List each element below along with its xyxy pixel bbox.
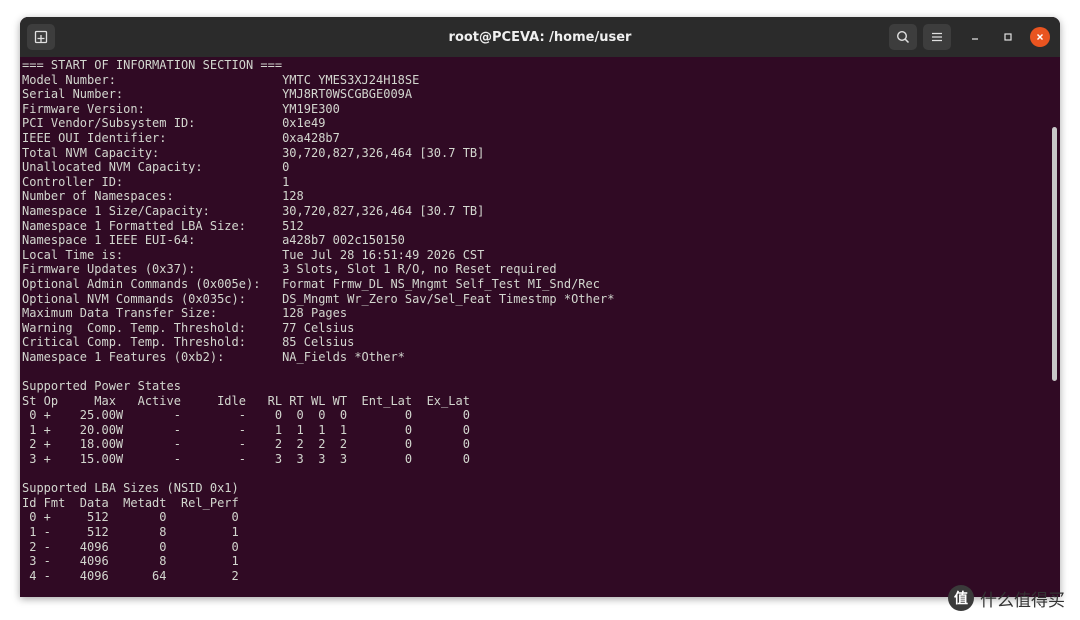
new-tab-icon bbox=[34, 30, 48, 44]
terminal-line: Maximum Data Transfer Size: 128 Pages bbox=[22, 306, 348, 321]
watermark: 值 什么值得买 bbox=[948, 585, 1065, 611]
terminal-line: Optional NVM Commands (0x035c): DS_Mngmt… bbox=[22, 291, 615, 306]
window-title: root@PCEVA: /home/user bbox=[448, 29, 632, 45]
minimize-button[interactable] bbox=[965, 27, 985, 47]
terminal-line: Optional Admin Commands (0x005e): Format… bbox=[22, 276, 600, 291]
terminal-line: St Op Max Active Idle RL RT WL WT Ent_La… bbox=[22, 393, 470, 408]
terminal-line: Firmware Version: YM19E300 bbox=[22, 101, 340, 116]
terminal-window: root@PCEVA: /home/user === START OF INFO… bbox=[20, 17, 1060, 597]
terminal-line: Namespace 1 IEEE EUI-64: a428b7 002c1501… bbox=[22, 233, 405, 248]
terminal-line: Number of Namespaces: 128 bbox=[22, 189, 304, 204]
maximize-icon bbox=[1004, 33, 1012, 41]
terminal-line: PCI Vendor/Subsystem ID: 0x1e49 bbox=[22, 116, 326, 131]
terminal-line: 3 + 15.00W - - 3 3 3 3 0 0 bbox=[22, 452, 470, 467]
new-tab-button[interactable] bbox=[27, 24, 55, 50]
terminal-line: 2 - 4096 0 0 bbox=[22, 539, 239, 554]
terminal-output[interactable]: === START OF INFORMATION SECTION === Mode… bbox=[20, 57, 1060, 597]
terminal-line: 1 - 512 8 1 bbox=[22, 525, 239, 539]
terminal-line: Id Fmt Data Metadt Rel_Perf bbox=[22, 495, 239, 510]
search-icon bbox=[896, 30, 910, 44]
terminal-line: Critical Comp. Temp. Threshold: 85 Celsi… bbox=[22, 335, 355, 350]
terminal-line: 1 + 20.00W - - 1 1 1 1 0 0 bbox=[22, 422, 470, 437]
close-icon bbox=[1037, 34, 1043, 40]
terminal-line: === START OF INFORMATION SECTION === bbox=[22, 58, 283, 72]
terminal-line: 4 - 4096 64 2 bbox=[22, 568, 239, 583]
terminal-line: Warning Comp. Temp. Threshold: 77 Celsiu… bbox=[22, 320, 355, 335]
terminal-line: Firmware Updates (0x37): 3 Slots, Slot 1… bbox=[22, 262, 557, 277]
search-button[interactable] bbox=[889, 24, 917, 50]
terminal-line: IEEE OUI Identifier: 0xa428b7 bbox=[22, 130, 340, 145]
title-bar[interactable]: root@PCEVA: /home/user bbox=[20, 17, 1060, 57]
hamburger-menu-icon bbox=[932, 32, 942, 42]
terminal-line: Controller ID: 1 bbox=[22, 174, 290, 189]
terminal-line: Namespace 1 Features (0xb2): NA_Fields *… bbox=[22, 349, 405, 364]
watermark-logo: 值 bbox=[948, 585, 974, 611]
menu-button[interactable] bbox=[923, 24, 951, 50]
scrollbar[interactable] bbox=[1052, 127, 1057, 381]
maximize-button[interactable] bbox=[998, 27, 1018, 47]
terminal-line: Total NVM Capacity: 30,720,827,326,464 [… bbox=[22, 145, 485, 160]
terminal-line: Local Time is: Tue Jul 28 16:51:49 2026 … bbox=[22, 247, 485, 262]
terminal-line: Serial Number: YMJ8RT0WSCGBGE009A bbox=[22, 87, 413, 102]
terminal-line: Supported LBA Sizes (NSID 0x1) bbox=[22, 481, 239, 496]
terminal-line: 2 + 18.00W - - 2 2 2 2 0 0 bbox=[22, 437, 470, 452]
terminal-line: Namespace 1 Size/Capacity: 30,720,827,32… bbox=[22, 203, 485, 218]
terminal-line: 3 - 4096 8 1 bbox=[22, 554, 239, 569]
minimize-icon bbox=[972, 38, 978, 40]
terminal-line: Namespace 1 Formatted LBA Size: 512 bbox=[22, 218, 304, 233]
terminal-line: Model Number: YMTC YMES3XJ24H18SE bbox=[22, 72, 420, 87]
close-button[interactable] bbox=[1030, 27, 1050, 47]
terminal-line: 0 + 25.00W - - 0 0 0 0 0 0 bbox=[22, 408, 470, 423]
watermark-text: 什么值得买 bbox=[980, 590, 1065, 611]
terminal-line: Supported Power States bbox=[22, 379, 181, 394]
terminal-line: Unallocated NVM Capacity: 0 bbox=[22, 160, 290, 175]
terminal-line: 0 + 512 0 0 bbox=[22, 510, 239, 525]
